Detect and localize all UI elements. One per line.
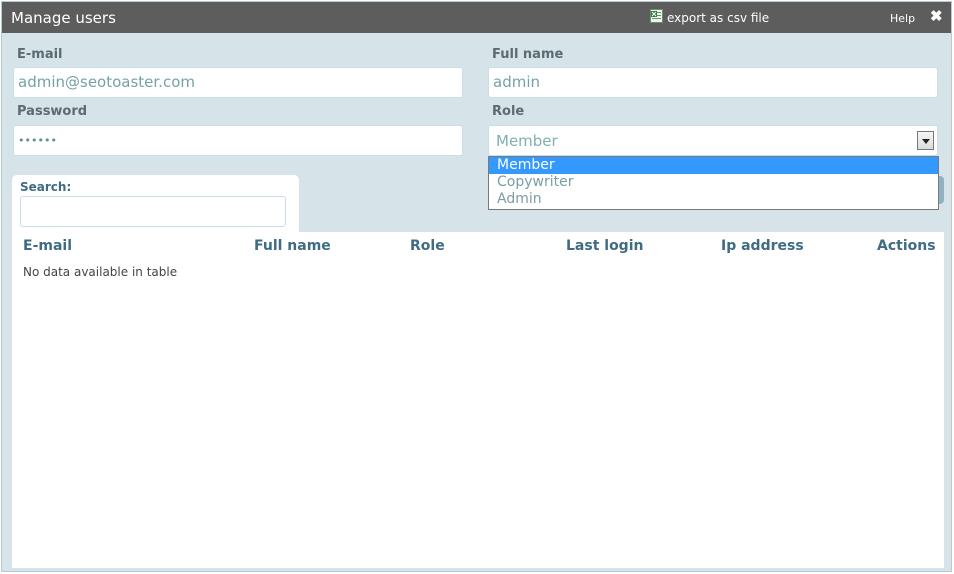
role-dropdown-list: Member Copywriter Admin bbox=[488, 156, 939, 210]
role-selected-value: Member bbox=[496, 132, 558, 150]
email-label: E-mail bbox=[17, 47, 63, 62]
export-csv-label: export as csv file bbox=[667, 11, 770, 25]
password-input[interactable]: •••••• bbox=[13, 125, 463, 156]
help-link[interactable]: Help bbox=[890, 12, 915, 25]
search-panel: Search: bbox=[12, 175, 299, 235]
column-header-role[interactable]: Role bbox=[410, 238, 445, 254]
search-label: Search: bbox=[20, 180, 72, 194]
close-icon[interactable]: ✖ bbox=[930, 9, 944, 25]
users-table: E-mail Full name Role Last login Ip addr… bbox=[12, 232, 944, 568]
search-input[interactable] bbox=[20, 196, 286, 227]
chevron-down-icon[interactable] bbox=[917, 131, 934, 150]
table-empty-message: No data available in table bbox=[23, 265, 178, 279]
excel-file-icon bbox=[650, 9, 663, 23]
fullname-label: Full name bbox=[492, 47, 564, 62]
fullname-input[interactable]: admin bbox=[488, 67, 938, 98]
column-header-email[interactable]: E-mail bbox=[23, 238, 72, 254]
role-option-admin[interactable]: Admin bbox=[489, 191, 938, 208]
role-label: Role bbox=[492, 104, 525, 119]
column-header-actions: Actions bbox=[877, 238, 936, 254]
role-select[interactable]: Member bbox=[488, 125, 938, 156]
manage-users-dialog: Manage users export as csv file Help ✖ E… bbox=[1, 1, 952, 572]
password-label: Password bbox=[17, 104, 88, 119]
titlebar: Manage users export as csv file Help ✖ bbox=[2, 2, 951, 33]
column-header-fullname[interactable]: Full name bbox=[254, 238, 331, 254]
role-option-member[interactable]: Member bbox=[489, 157, 938, 174]
column-header-last-login[interactable]: Last login bbox=[566, 238, 643, 254]
dialog-title: Manage users bbox=[11, 9, 116, 27]
export-csv-link[interactable]: export as csv file bbox=[650, 9, 770, 25]
role-option-copywriter[interactable]: Copywriter bbox=[489, 174, 938, 191]
column-header-ip-address[interactable]: Ip address bbox=[721, 238, 804, 254]
email-input[interactable]: admin@seotoaster.com bbox=[13, 67, 463, 98]
